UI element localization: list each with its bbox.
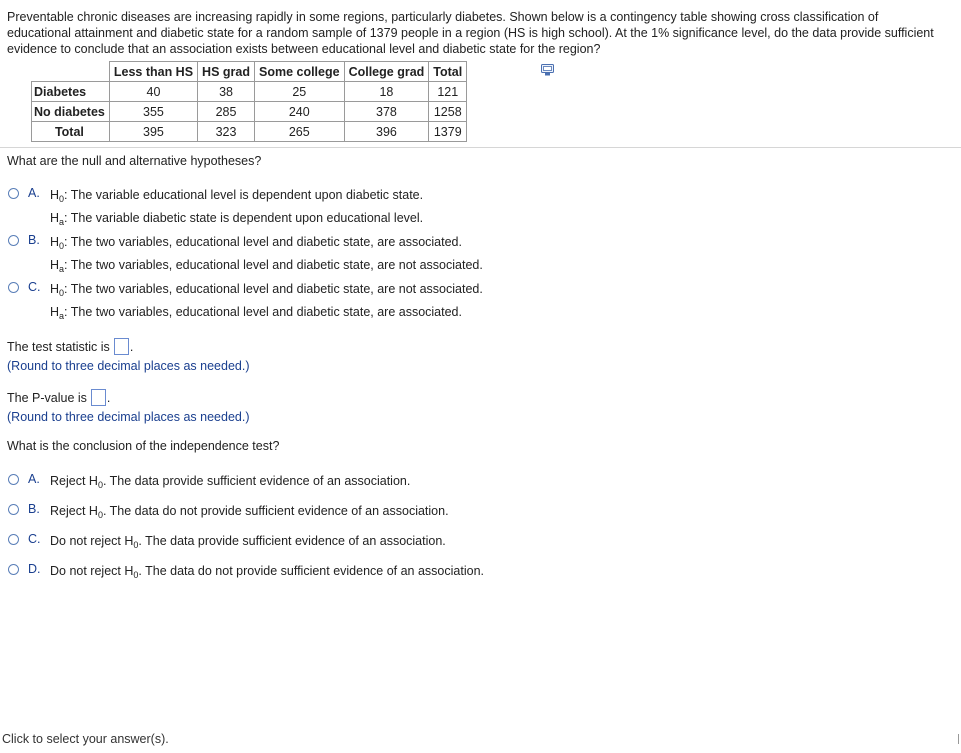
question-hypotheses: What are the null and alternative hypoth…	[7, 154, 262, 168]
ha-symbol: Ha:	[50, 211, 68, 227]
table-cell: 38	[197, 81, 255, 102]
option-text: . The data provide sufficient evidence o…	[102, 474, 411, 488]
column-header: Some college	[253, 61, 345, 82]
ha-text: The two variables, educational level and…	[70, 258, 483, 272]
h0-symbol: H0:	[50, 282, 68, 298]
table-cell: 121	[428, 81, 468, 102]
radio-button[interactable]	[8, 188, 19, 199]
p-value-input[interactable]	[90, 389, 106, 406]
table-row: No diabetes 355 285 240 378 1258	[31, 101, 468, 122]
conclusion-option-d[interactable]: D. Do not reject H0. The data do not pro…	[8, 562, 484, 585]
section-divider	[0, 147, 961, 148]
table-cell: 285	[197, 101, 255, 122]
row-header: Total	[31, 121, 110, 142]
column-header: Total	[428, 61, 468, 82]
p-value-row: The P-value is .	[7, 389, 111, 406]
table-cell: 40	[108, 81, 199, 102]
option-text: . The data do not provide sufficient evi…	[138, 564, 484, 578]
option-letter: D.	[28, 562, 41, 576]
ha-text: The two variables, educational level and…	[70, 305, 462, 319]
status-footer: Click to select your answer(s).	[2, 732, 169, 746]
table-cell: 378	[343, 101, 430, 122]
test-statistic-hint: (Round to three decimal places as needed…	[7, 359, 250, 373]
table-cell: 25	[253, 81, 345, 102]
radio-button[interactable]	[8, 564, 19, 575]
ha-symbol: Ha:	[50, 258, 68, 274]
conclusion-option-b[interactable]: B. Reject H0. The data do not provide su…	[8, 502, 449, 525]
test-statistic-label: The test statistic is	[7, 339, 110, 354]
row-header: No diabetes	[31, 101, 110, 122]
table-cell: 355	[108, 101, 199, 122]
h0-text: The variable educational level is depend…	[70, 188, 424, 202]
copy-table-icon[interactable]	[541, 64, 554, 76]
hypothesis-option-a[interactable]: A. H0: The variable educational level is…	[8, 186, 423, 232]
h0-text: The two variables, educational level and…	[70, 235, 462, 249]
table-cell: 265	[253, 121, 345, 142]
option-letter: B.	[28, 233, 40, 247]
option-text: . The data do not provide sufficient evi…	[102, 504, 449, 518]
h0-text: The two variables, educational level and…	[70, 282, 483, 296]
radio-button[interactable]	[8, 504, 19, 515]
table-row: Total 395 323 265 396 1379	[31, 121, 468, 142]
table-cell: 1258	[428, 101, 468, 122]
option-letter: A.	[28, 186, 40, 200]
option-text: . The data provide sufficient evidence o…	[138, 534, 446, 548]
table-row: Diabetes 40 38 25 18 121	[31, 81, 468, 102]
radio-button[interactable]	[8, 235, 19, 246]
p-value-hint: (Round to three decimal places as needed…	[7, 410, 250, 424]
table-cell: 395	[108, 121, 199, 142]
option-prefix: Do not reject H	[50, 564, 134, 578]
option-letter: C.	[28, 532, 41, 546]
option-letter: B.	[28, 502, 40, 516]
table-cell: 396	[343, 121, 430, 142]
conclusion-option-c[interactable]: C. Do not reject H0. The data provide su…	[8, 532, 446, 555]
table-header-row: Less than HS HS grad Some college Colleg…	[31, 61, 468, 82]
test-statistic-row: The test statistic is .	[7, 338, 134, 355]
ha-text: The variable diabetic state is dependent…	[70, 211, 424, 225]
question-conclusion: What is the conclusion of the independen…	[7, 439, 280, 453]
column-header: College grad	[343, 61, 430, 82]
table-cell: 18	[343, 81, 430, 102]
contingency-table: Less than HS HS grad Some college Colleg…	[31, 61, 468, 142]
problem-statement: Preventable chronic diseases are increas…	[7, 10, 934, 56]
option-letter: C.	[28, 280, 41, 294]
hypothesis-option-b[interactable]: B. H0: The two variables, educational le…	[8, 233, 483, 279]
p-value-label: The P-value is	[7, 390, 87, 405]
scroll-edge-mark	[958, 734, 959, 744]
table-cell: 240	[253, 101, 345, 122]
ha-symbol: Ha:	[50, 305, 68, 321]
radio-button[interactable]	[8, 534, 19, 545]
table-cell: 1379	[428, 121, 468, 142]
hypothesis-option-c[interactable]: C. H0: The two variables, educational le…	[8, 280, 483, 326]
radio-button[interactable]	[8, 474, 19, 485]
row-header: Diabetes	[31, 81, 110, 102]
option-prefix: Reject H	[50, 474, 98, 488]
option-prefix: Reject H	[50, 504, 98, 518]
option-prefix: Do not reject H	[50, 534, 134, 548]
radio-button[interactable]	[8, 282, 19, 293]
option-letter: A.	[28, 472, 40, 486]
test-statistic-input[interactable]	[113, 338, 129, 355]
table-cell: 323	[197, 121, 255, 142]
h0-symbol: H0:	[50, 188, 68, 204]
column-header: Less than HS	[108, 61, 199, 82]
h0-symbol: H0:	[50, 235, 68, 251]
conclusion-option-a[interactable]: A. Reject H0. The data provide sufficien…	[8, 472, 410, 495]
table-corner	[31, 61, 110, 82]
column-header: HS grad	[197, 61, 255, 82]
